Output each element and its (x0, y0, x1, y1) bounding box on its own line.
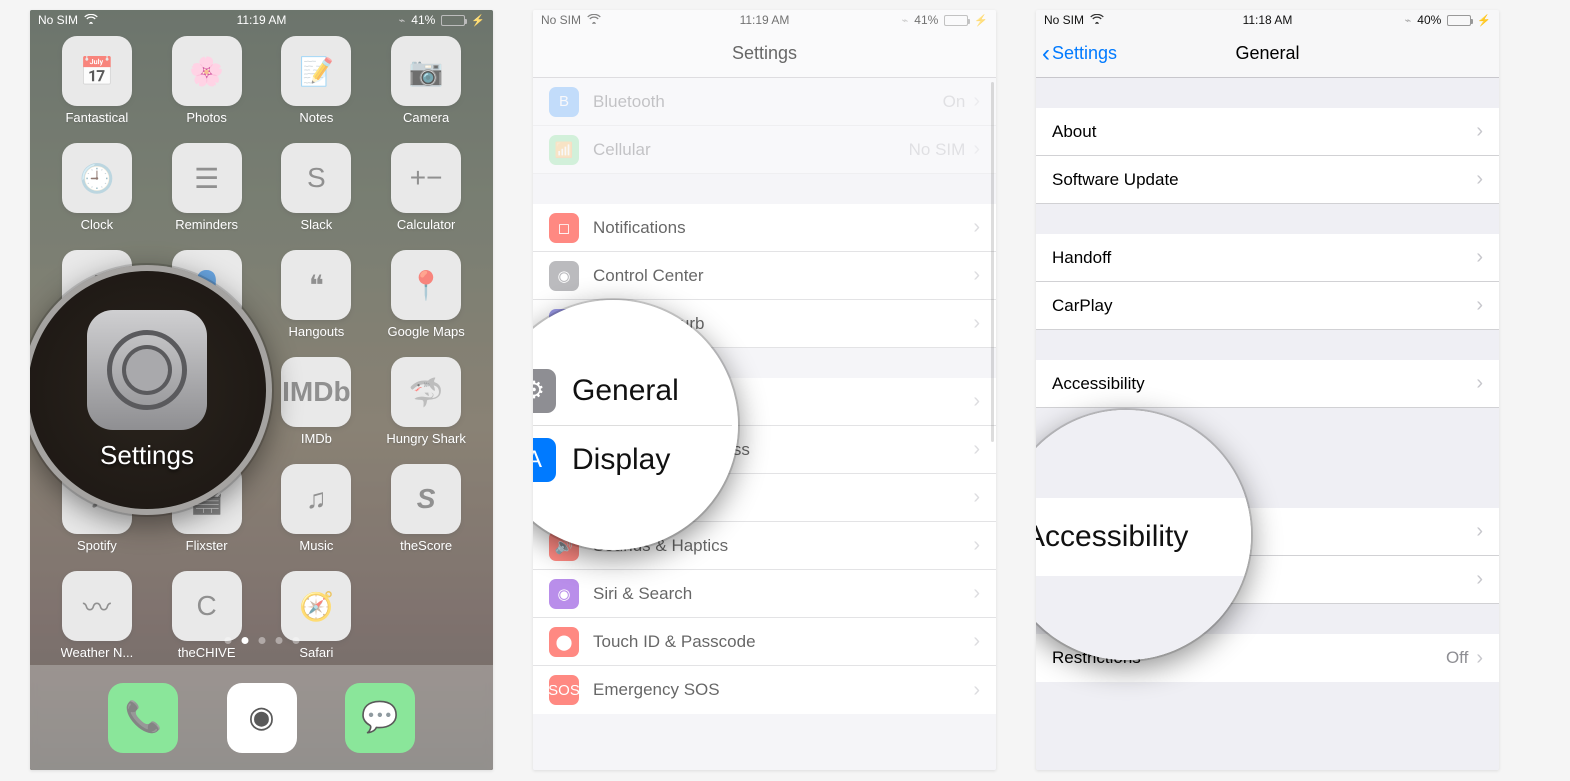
chevron-right-icon: › (973, 630, 980, 653)
battery-icon (944, 15, 968, 26)
bluetooth-icon: ⌁ (1405, 14, 1412, 27)
charging-icon: ⚡ (1477, 14, 1491, 27)
scroll-indicator (991, 82, 994, 442)
row-value: Off (1446, 648, 1468, 668)
status-bar: No SIM 11:18 AM ⌁ 40% ⚡ (1036, 10, 1499, 30)
row-icon: ◉ (549, 579, 579, 609)
row-cellular[interactable]: 📶 CellularNo SIM › (533, 126, 996, 174)
battery-pct: 41% (914, 13, 938, 27)
row-label: Accessibility (1052, 374, 1476, 394)
row-label: CarPlay (1052, 296, 1476, 316)
chevron-right-icon: › (1476, 372, 1483, 395)
zoom-display-label: Display (572, 443, 670, 477)
section-gap (533, 174, 996, 204)
settings-app-label: Settings (100, 440, 194, 471)
chevron-right-icon: › (973, 90, 980, 113)
row-siri-search[interactable]: ◉ Siri & Search› (533, 570, 996, 618)
battery-icon (1447, 15, 1471, 26)
row-about[interactable]: About› (1036, 108, 1499, 156)
back-button[interactable]: ‹ Settings (1042, 40, 1117, 68)
back-label: Settings (1052, 43, 1117, 64)
page-title: Settings (732, 43, 797, 64)
settings-app-icon[interactable] (87, 310, 207, 430)
charging-icon: ⚡ (974, 14, 988, 27)
chevron-right-icon: › (1476, 294, 1483, 317)
row-label: Handoff (1052, 248, 1476, 268)
nav-bar: Settings (533, 30, 996, 78)
row-value: On (943, 92, 966, 112)
bluetooth-icon: ⌁ (902, 14, 909, 27)
row-accessibility[interactable]: Accessibility› (1036, 360, 1499, 408)
row-label: Siri & Search (593, 584, 973, 604)
row-icon: ◉ (549, 261, 579, 291)
row-control-center[interactable]: ◉ Control Center› (533, 252, 996, 300)
chevron-right-icon: › (973, 264, 980, 287)
zoom-general-label: General (572, 374, 679, 408)
page-title: General (1235, 43, 1299, 64)
battery-pct: 40% (1417, 13, 1441, 27)
chevron-right-icon: › (973, 390, 980, 413)
chevron-right-icon: › (1476, 520, 1483, 543)
chevron-right-icon: › (973, 582, 980, 605)
chevron-right-icon: › (973, 312, 980, 335)
row-touch-id-passcode[interactable]: ⬤ Touch ID & Passcode› (533, 618, 996, 666)
row-label: Software Update (1052, 170, 1476, 190)
row-value: No SIM (909, 140, 966, 160)
gear-icon (107, 330, 187, 410)
phone-general: No SIM 11:18 AM ⌁ 40% ⚡ ‹ Settings Gener… (1036, 10, 1499, 770)
chevron-left-icon: ‹ (1042, 40, 1050, 68)
row-label: Control Center (593, 266, 973, 286)
chevron-right-icon: › (1476, 647, 1483, 670)
row-label: Touch ID & Passcode (593, 632, 973, 652)
chevron-right-icon: › (973, 438, 980, 461)
gear-icon: ⚙ (533, 369, 556, 413)
zoom-callout-settings: Settings (30, 265, 272, 515)
carrier-label: No SIM (1044, 13, 1084, 27)
carrier-label: No SIM (541, 13, 581, 27)
row-label: Cellular (593, 140, 909, 160)
nav-bar: ‹ Settings General (1036, 30, 1499, 78)
chevron-right-icon: › (1476, 568, 1483, 591)
row-software-update[interactable]: Software Update› (1036, 156, 1499, 204)
wifi-icon (587, 13, 601, 27)
section-gap (1036, 330, 1499, 360)
row-icon: ⬤ (549, 627, 579, 657)
phone-home: No SIM 11:19 AM ⌁ 41% ⚡ 📅 Fantastical🌸 P… (30, 10, 493, 770)
phone-settings: No SIM 11:19 AM ⌁ 41% ⚡ Settings B Blueto… (533, 10, 996, 770)
row-label: About (1052, 122, 1476, 142)
row-icon: B (549, 87, 579, 117)
chevron-right-icon: › (1476, 246, 1483, 269)
status-bar: No SIM 11:19 AM ⌁ 41% ⚡ (533, 10, 996, 30)
row-icon: 📶 (549, 135, 579, 165)
wifi-icon (1090, 13, 1104, 27)
row-icon: ◻ (549, 213, 579, 243)
chevron-right-icon: › (973, 486, 980, 509)
row-carplay[interactable]: CarPlay› (1036, 282, 1499, 330)
chevron-right-icon: › (1476, 120, 1483, 143)
clock-label: 11:19 AM (740, 13, 790, 27)
zoom-accessibility-label: Accessibility (1036, 520, 1188, 554)
section-gap (1036, 78, 1499, 108)
chevron-right-icon: › (973, 138, 980, 161)
row-label: Bluetooth (593, 92, 943, 112)
zoom-callout-accessibility: Accessibility (1036, 410, 1251, 660)
row-notifications[interactable]: ◻ Notifications› (533, 204, 996, 252)
section-gap (1036, 204, 1499, 234)
chevron-right-icon: › (973, 216, 980, 239)
row-emergency-sos[interactable]: SOS Emergency SOS› (533, 666, 996, 714)
row-label: Notifications (593, 218, 973, 238)
row-handoff[interactable]: Handoff› (1036, 234, 1499, 282)
row-icon: SOS (549, 675, 579, 705)
chevron-right-icon: › (973, 679, 980, 702)
row-label: Emergency SOS (593, 680, 973, 700)
row-bluetooth[interactable]: B BluetoothOn › (533, 78, 996, 126)
display-icon: A (533, 438, 556, 482)
chevron-right-icon: › (973, 534, 980, 557)
chevron-right-icon: › (1476, 168, 1483, 191)
clock-label: 11:18 AM (1243, 13, 1293, 27)
